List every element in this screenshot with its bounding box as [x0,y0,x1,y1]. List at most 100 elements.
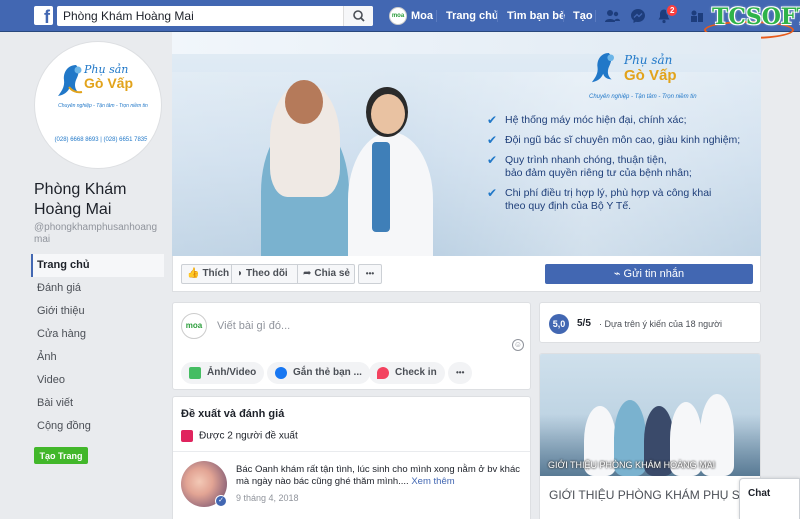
check-icon: ✔ [487,153,498,167]
check-icon: ✔ [487,113,498,127]
more-actions-button[interactable]: ••• [358,264,382,284]
like-button[interactable]: 👍 Thích [181,264,232,284]
composer-more-button[interactable]: ••• [448,362,473,384]
see-more-link[interactable]: Xem thêm [411,476,454,487]
send-message-button[interactable]: ⌁ Gửi tin nhắn [545,264,753,284]
logo-phone: (028) 6668 8693 | (028) 6651 7835 [54,137,148,143]
search-input[interactable] [57,6,337,26]
facebook-logo-icon[interactable]: f [34,6,53,25]
tag-friends-button[interactable]: Gắn thẻ bạn ... [267,362,370,384]
check-in-label: Check in [395,367,437,378]
chat-sidebar-tab[interactable]: Chat [739,478,800,519]
check-icon: ✔ [487,186,498,200]
cover-bullet-text: Quy trình nhanh chóng, thuận tiện, bảo đ… [505,154,692,179]
profile-avatar[interactable]: moa [389,7,407,25]
sidebar-item-reviews[interactable]: Đánh giá [31,277,164,300]
photo-icon [189,367,201,379]
search-button[interactable] [343,6,373,26]
sidebar-item-home[interactable]: Trang chủ [31,254,164,277]
rss-icon: ◗ [237,268,244,279]
doctor-face [371,94,405,134]
follow-label: Theo dõi [246,268,288,279]
top-navigation-bar: f moa Moa Trang chủ Tìm bạn bè Tạo 2 [0,0,800,32]
cover-bullet: ✔ Chi phí điều trị hợp lý, phù hợp và côn… [487,187,757,213]
cover-bullet: ✔ Hệ thống máy móc hiện đại, chính xác; [487,114,757,127]
page-profile-picture[interactable]: Phụ sản Gò Vấp Chuyên nghiệp - Tận tâm -… [35,42,161,168]
nav-home[interactable]: Trang chủ [446,0,499,32]
nav-divider [436,10,437,22]
photo-video-button[interactable]: Ảnh/Video [181,362,265,384]
share-button[interactable]: ➦ Chia sẻ [297,264,355,284]
photo-video-label: Ảnh/Video [207,367,257,378]
review-date[interactable]: 9 tháng 4, 2018 [236,493,299,503]
share-label: Chia sẻ [314,268,350,279]
sidebar-item-about[interactable]: Giới thiệu [31,300,164,323]
sidebar-item-community[interactable]: Cộng đồng [31,415,164,438]
friend-requests-icon[interactable] [604,8,620,24]
create-page-button[interactable]: Tạo Trang [34,447,88,464]
post-composer: moa Viết bài gì đó... ☺ Ảnh/Video Gắn th… [172,302,531,390]
recommended-check-icon: ✓ [215,495,227,507]
recommendation-count: Được 2 người đề xuất [181,430,298,442]
tcsoft-watermark: TCSOFT [712,4,800,30]
video-caption: GIỚI THIỆU PHÒNG KHÁM HOÀNG MAI [548,460,716,470]
cover-ceiling [172,32,761,54]
cover-bullet-text: Chi phí điều trị hợp lý, phù hợp và công… [505,187,712,212]
recommend-icon [181,430,193,442]
sidebar-item-shop[interactable]: Cửa hàng [31,323,164,346]
logo-slogan: Chuyên nghiệp - Tận tâm - Trọn niềm tin [58,103,148,109]
rating-badge: 5,0 [549,314,569,334]
emoji-icon[interactable]: ☺ [512,339,524,351]
tag-friends-icon [275,367,287,379]
review-body: Bác Oanh khám rất tận tình, lúc sinh cho… [236,464,520,487]
divider [173,451,530,452]
featured-video[interactable]: GIỚI THIỆU PHÒNG KHÁM HOÀNG MAI GIỚI THI… [539,353,761,519]
sidebar-item-posts[interactable]: Bài viết [31,392,164,415]
profile-link[interactable]: Moa [411,0,433,32]
rating-summary: 5,0 5/5 · Dựa trên ý kiến của 18 người [539,302,761,343]
messenger-icon[interactable] [630,8,646,24]
send-message-label: Gửi tin nhắn [623,268,685,280]
recommendations-title: Đề xuất và đánh giá [181,408,285,420]
video-title[interactable]: GIỚI THIỆU PHÒNG KHÁM PHỤ SẢN HOÀNG MAI [549,488,755,502]
cover-bullet: ✔ Đội ngũ bác sĩ chuyên môn cao, giàu kin… [487,134,757,147]
doctor-dress [372,142,390,232]
like-label: Thích [202,268,230,279]
nav-find-friends[interactable]: Tìm bạn bè [507,0,565,32]
composer-avatar: moa [181,313,207,339]
tag-friends-label: Gắn thẻ bạn ... [293,367,362,378]
cover-bullet: ✔ Quy trình nhanh chóng, thuận tiện, bảo … [487,154,757,180]
notification-count-badge: 2 [666,4,679,17]
search-icon [353,10,365,22]
cover-bullet-text: Hệ thống máy móc hiện đại, chính xác; [505,114,687,126]
cover-photo[interactable]: Phụ sản Gò Vấp Chuyên nghiệp - Tận tâm -… [172,32,761,256]
doctor-figure [348,132,433,256]
recommendation-count-text: Được 2 người đề xuất [199,430,298,442]
composer-input[interactable]: Viết bài gì đó... [217,320,290,332]
check-icon: ✔ [487,133,498,147]
cover-bullet-text: Đội ngũ bác sĩ chuyên môn cao, giàu kinh… [505,134,741,146]
nav-create[interactable]: Tạo [573,0,593,32]
cover-logo-line1: Phụ sản [624,53,673,67]
thumbs-up-icon: 👍 [187,268,200,279]
sidebar-item-videos[interactable]: Video [31,369,164,392]
review-text: Bác Oanh khám rất tận tình, lúc sinh cho… [236,464,521,488]
nav-divider [563,10,564,22]
follow-button[interactable]: ◗ Theo dõi [231,264,298,284]
messenger-icon: ⌁ [613,268,624,280]
nav-divider [497,10,498,22]
check-in-button[interactable]: Check in [369,362,445,384]
rating-score: 5/5 [577,318,591,329]
sidebar-item-photos[interactable]: Ảnh [31,346,164,369]
location-pin-icon [377,367,389,379]
cover-logo-slogan: Chuyên nghiệp - Tận tâm - Trọn niềm tin [589,94,697,100]
page-title: Phòng Khám Hoàng Mai [34,181,127,218]
search-box [57,6,373,26]
video-thumbnail[interactable]: GIỚI THIỆU PHÒNG KHÁM HOÀNG MAI [540,354,760,476]
patient-face [285,80,323,124]
quick-help-icon[interactable] [689,8,705,24]
rating-summary-text: · Dựa trên ý kiến của 18 người [599,319,722,329]
nav-divider [595,10,596,22]
page-username[interactable]: @phongkhamphusanhoangmai [34,222,164,246]
logo-line2: Gò Vấp [84,75,134,91]
